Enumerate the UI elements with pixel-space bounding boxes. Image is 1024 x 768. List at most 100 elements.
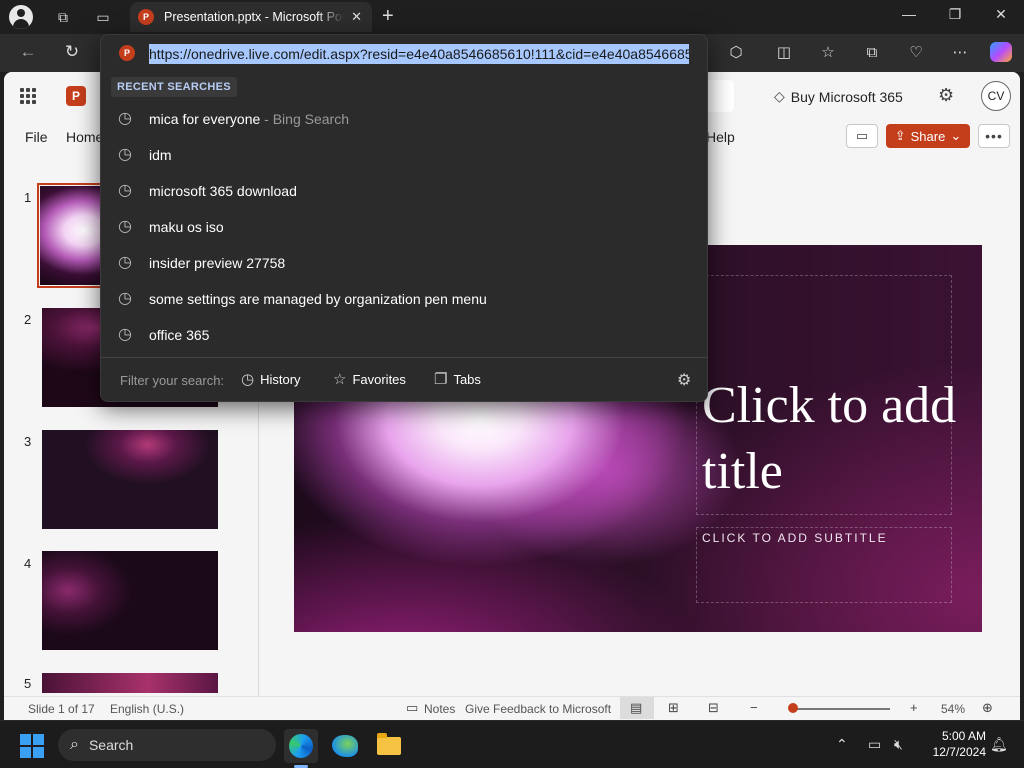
performance-icon[interactable]: ♡ (904, 42, 928, 64)
favorites-icon[interactable]: ☆ (816, 42, 840, 64)
suggestion-text: idm (149, 147, 172, 163)
buy-label: Buy Microsoft 365 (790, 88, 903, 105)
slide-sorter-icon[interactable]: ⊞ (668, 700, 679, 716)
browser-tab-active[interactable]: P Presentation.pptx - Microsoft PowerPoi… (130, 2, 372, 32)
folder-icon (377, 733, 401, 755)
language-indicator[interactable]: English (U.S.) (110, 702, 184, 716)
history-icon: ◷ (118, 146, 132, 163)
notes-button[interactable]: Notes (424, 702, 455, 716)
filter-history-button[interactable]: ◷ History (241, 370, 301, 388)
settings-gear-icon[interactable]: ⚙ (938, 85, 954, 106)
recent-searches-heading: RECENT SEARCHES (111, 77, 237, 97)
address-bar[interactable]: P https://onedrive.live.com/edit.aspx?re… (101, 35, 707, 73)
history-icon: ◷ (118, 290, 132, 307)
taskbar-gallery[interactable] (328, 729, 362, 763)
tab-close-icon[interactable]: ✕ (351, 9, 362, 25)
buy-microsoft-365-button[interactable]: ◇ Buy Microsoft 365 (774, 88, 903, 105)
tab-home[interactable]: Home (66, 129, 103, 145)
address-bar-dropdown: P https://onedrive.live.com/edit.aspx?re… (100, 34, 708, 402)
slideshow-icon[interactable]: ⊟ (708, 700, 719, 716)
suggestion-text: mica for everyone (149, 111, 261, 127)
address-url-selected[interactable]: https://onedrive.live.com/edit.aspx?resi… (149, 44, 689, 64)
copilot-icon[interactable] (990, 42, 1012, 62)
filter-favorites-button[interactable]: ☆ Favorites (333, 370, 406, 388)
history-icon: ◷ (118, 326, 132, 343)
slide-thumbnail-3[interactable] (42, 430, 218, 529)
powerpoint-favicon-icon: P (119, 45, 135, 61)
notes-icon[interactable]: ▭ (406, 700, 418, 716)
tabs-icon: ❐ (434, 371, 448, 388)
tab-help[interactable]: Help (706, 129, 735, 145)
filter-tabs-button[interactable]: ❐ Tabs (434, 370, 481, 388)
refresh-icon[interactable]: ↻ (60, 42, 84, 64)
suggestion-text: some settings are managed by organizatio… (149, 291, 487, 307)
suggestion-item[interactable]: ◷ idm (101, 137, 707, 173)
windows-start-icon[interactable] (20, 734, 44, 758)
photos-icon (332, 735, 358, 757)
suggestion-item[interactable]: ◷ insider preview 27758 (101, 245, 707, 281)
comment-icon: ▭ (855, 128, 869, 143)
extensions-icon[interactable]: ⬡ (724, 42, 748, 64)
close-window-icon[interactable]: ✕ (990, 6, 1012, 23)
restore-icon[interactable]: ❐ (944, 6, 966, 23)
slide-thumbnail-4[interactable] (42, 551, 218, 650)
back-icon[interactable]: ← (16, 42, 40, 64)
thumbnail-number: 3 (24, 434, 32, 449)
taskbar-search[interactable]: ⌕ Search (58, 729, 276, 761)
volume-muted-icon[interactable]: 🔇︎ (894, 736, 903, 753)
history-icon: ◷ (118, 110, 132, 127)
powerpoint-logo-icon[interactable]: P (66, 86, 86, 106)
tab-actions-icon[interactable]: ▭ (92, 6, 114, 28)
taskbar-file-explorer[interactable] (372, 729, 406, 763)
collections-icon[interactable]: ⧉ (860, 42, 884, 64)
more-menu-icon[interactable]: ⋯ (948, 42, 972, 64)
zoom-slider-thumb[interactable] (788, 703, 798, 713)
search-icon: ⌕ (70, 736, 79, 753)
browser-titlebar: ⧉ ▭ P Presentation.pptx - Microsoft Powe… (0, 0, 1024, 34)
app-search-box[interactable] (704, 80, 734, 112)
user-avatar[interactable]: CV (981, 81, 1011, 111)
profile-icon[interactable] (9, 5, 33, 29)
feedback-link[interactable]: Give Feedback to Microsoft (465, 702, 611, 716)
gear-icon[interactable]: ⚙ (677, 370, 691, 390)
tab-title: Presentation.pptx - Microsoft PowerPoint (164, 10, 344, 24)
zoom-out-icon[interactable]: − (750, 700, 758, 715)
minimize-icon[interactable]: — (898, 6, 920, 22)
comments-button[interactable]: ▭ (846, 124, 878, 148)
tab-file[interactable]: File (25, 129, 48, 145)
filter-label: Filter your search: (120, 373, 225, 388)
workspaces-icon[interactable]: ⧉ (52, 6, 74, 28)
taskbar-edge[interactable] (284, 729, 318, 763)
clock-time: 5:00 AM (941, 729, 986, 743)
split-screen-icon[interactable]: ◫ (772, 42, 796, 64)
slide-title[interactable]: Click to add title (702, 373, 962, 505)
zoom-level[interactable]: 54% (941, 702, 965, 716)
slide-subtitle[interactable]: CLICK TO ADD SUBTITLE (702, 531, 888, 545)
slide-counter: Slide 1 of 17 (28, 702, 95, 716)
thumbnail-number: 5 (24, 676, 32, 691)
suggestion-item[interactable]: ◷ some settings are managed by organizat… (101, 281, 707, 317)
normal-view-icon[interactable]: ▤ (630, 700, 642, 716)
system-clock[interactable]: 5:00 AM 12/7/2024 (918, 728, 986, 760)
zoom-slider[interactable] (790, 708, 890, 710)
slide-thumbnail-5[interactable] (42, 673, 218, 693)
fit-to-window-icon[interactable]: ⊕ (982, 700, 993, 716)
new-tab-icon[interactable]: + (382, 5, 394, 28)
powerpoint-favicon-icon: P (138, 9, 154, 25)
notification-bell-icon[interactable]: 🔔︎ (990, 736, 1008, 753)
suggestion-item[interactable]: ◷ microsoft 365 download (101, 173, 707, 209)
history-icon: ◷ (118, 218, 132, 235)
zoom-in-icon[interactable]: + (910, 700, 918, 715)
chevron-up-icon[interactable]: ⌃ (836, 736, 848, 753)
share-label: Share (910, 128, 946, 144)
suggestion-item[interactable]: ◷ maku os iso (101, 209, 707, 245)
chevron-down-icon: ⌄ (950, 128, 962, 143)
suggestion-item[interactable]: ◷ mica for everyone - Bing Search (101, 101, 707, 137)
share-button[interactable]: ⇪ Share ⌄ (886, 124, 970, 148)
more-options-button[interactable]: ••• (978, 124, 1010, 148)
network-icon[interactable]: ▭ (868, 736, 881, 753)
suggestion-item[interactable]: ◷ office 365 (101, 317, 707, 353)
clock-date: 12/7/2024 (932, 745, 986, 759)
app-launcher-icon[interactable] (20, 88, 36, 104)
thumbnail-number: 2 (24, 312, 32, 327)
